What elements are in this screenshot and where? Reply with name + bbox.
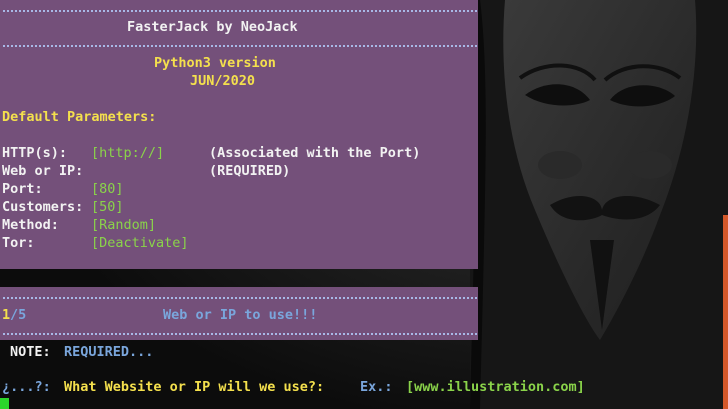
note-value: REQUIRED...: [64, 344, 154, 360]
http-note: (Associated with the Port): [209, 145, 421, 161]
port-label: Port:: [2, 181, 43, 197]
method-value: [Random]: [91, 217, 157, 233]
terminal-output: FasterJack by NeoJack Python3 version JU…: [0, 0, 728, 409]
app-title: FasterJack by NeoJack: [127, 19, 298, 35]
web-label: Web or IP:: [2, 163, 84, 179]
note-label: NOTE:: [10, 344, 51, 360]
terminal-cursor[interactable]: [0, 398, 9, 409]
method-label: Method:: [2, 217, 59, 233]
web-note: (REQUIRED): [209, 163, 291, 179]
http-label: HTTP(s):: [2, 145, 68, 161]
app-date: JUN/2020: [190, 73, 256, 89]
prompt-example-value: [www.illustration.com]: [406, 379, 585, 395]
port-value: [80]: [91, 181, 124, 197]
step-total: /5: [10, 307, 27, 323]
prompt-marker: ¿...?:: [2, 379, 51, 395]
customers-value: [50]: [91, 199, 124, 215]
tor-value: [Deactivate]: [91, 235, 189, 251]
step-current: 1: [2, 307, 11, 323]
prompt-question: What Website or IP will we use?:: [64, 379, 325, 395]
customers-label: Customers:: [2, 199, 84, 215]
step-title: Web or IP to use!!!: [163, 307, 318, 323]
http-value: [http://]: [91, 145, 165, 161]
app-version: Python3 version: [154, 55, 276, 71]
defaults-heading: Default Parameters:: [2, 109, 157, 125]
tor-label: Tor:: [2, 235, 35, 251]
prompt-example-label: Ex.:: [360, 379, 393, 395]
